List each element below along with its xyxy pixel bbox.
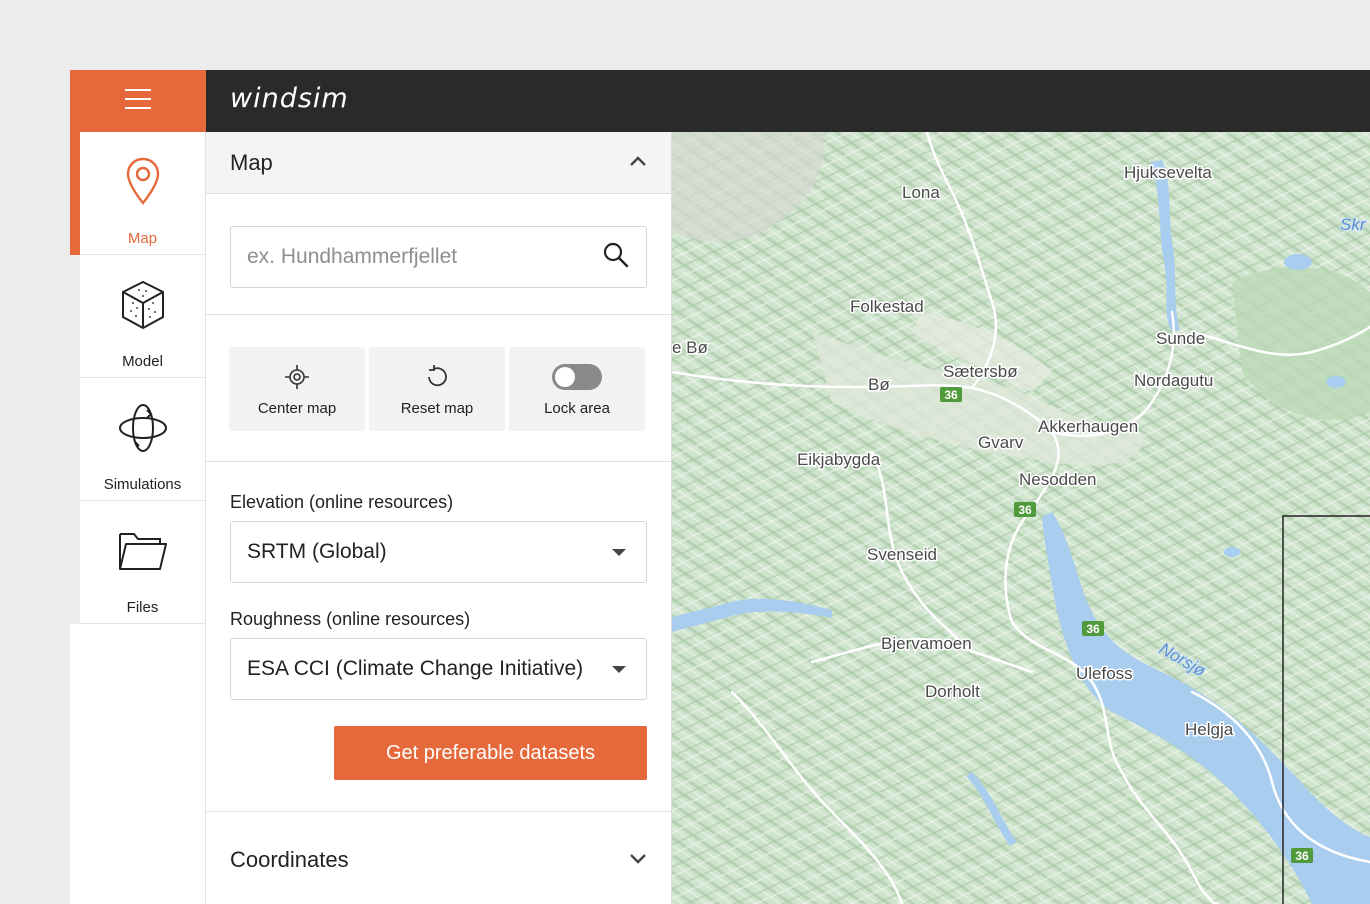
chevron-up-icon[interactable] — [629, 154, 647, 172]
place-label: Bø — [868, 375, 890, 394]
datasets-section: Elevation (online resources) SRTM (Globa… — [206, 462, 671, 812]
place-label: Ulefoss — [1076, 664, 1133, 683]
cube-icon — [119, 279, 167, 331]
terrain-map[interactable]: 36 36 36 36 Hjuksevelta Skr Lona Folkest… — [672, 132, 1370, 904]
pond — [1326, 376, 1346, 388]
place-label: Gvarv — [978, 433, 1024, 452]
place-label: Lona — [902, 183, 940, 202]
place-label: Akkerhaugen — [1038, 417, 1138, 436]
menu-button[interactable] — [70, 70, 206, 132]
route-shield: 36 — [940, 387, 962, 402]
roughness-select[interactable]: ESA CCI (Climate Change Initiative) — [230, 638, 647, 700]
svg-text:36: 36 — [1295, 849, 1309, 863]
tool-label: Reset map — [400, 400, 474, 417]
svg-text:36: 36 — [1086, 622, 1100, 636]
nav-item-model[interactable]: Model — [80, 255, 205, 378]
nav-item-map[interactable]: Map — [70, 132, 205, 255]
place-label: Nesodden — [1019, 470, 1097, 489]
folder-icon — [118, 525, 168, 577]
place-label: Skr — [1340, 215, 1367, 234]
place-label: Sætersbø — [943, 362, 1018, 381]
place-label: Svenseid — [867, 545, 937, 564]
orbit-icon — [117, 402, 169, 454]
coordinates-title: Coordinates — [230, 847, 349, 872]
dropdown-caret-icon — [612, 665, 626, 673]
nav-item-simulations[interactable]: Simulations — [80, 378, 205, 501]
route-shield: 36 — [1291, 848, 1313, 863]
elevation-select[interactable]: SRTM (Global) — [230, 521, 647, 583]
place-label: Sunde — [1156, 329, 1205, 348]
chevron-down-icon[interactable] — [629, 851, 647, 869]
dropdown-caret-icon — [612, 548, 626, 556]
tool-label: Lock area — [544, 400, 610, 417]
top-bar: windsim — [70, 70, 1370, 132]
get-datasets-button[interactable]: Get preferable datasets — [334, 726, 647, 780]
reset-map-button[interactable]: Reset map — [369, 347, 505, 431]
search-icon[interactable] — [602, 241, 630, 274]
roughness-label: Roughness (online resources) — [230, 609, 471, 629]
tool-label: Center map — [257, 400, 337, 417]
hamburger-icon — [125, 88, 151, 115]
place-label: Eikjabygda — [797, 450, 881, 469]
active-indicator — [70, 132, 80, 255]
toggle-switch[interactable] — [552, 364, 602, 390]
lock-area-toggle[interactable]: Lock area — [509, 347, 645, 431]
nav-rail: Map Model Simulations Files — [70, 132, 206, 904]
elevation-value: SRTM (Global) — [247, 540, 387, 563]
place-label: Helgja — [1185, 720, 1234, 739]
refresh-icon — [424, 364, 450, 390]
panel-title: Map — [230, 149, 273, 175]
map-tools: Center map Reset map Lock area — [206, 315, 671, 462]
coordinates-header[interactable]: Coordinates — [206, 812, 671, 904]
nav-item-label: Map — [127, 230, 158, 247]
nav-item-label: Simulations — [103, 476, 182, 493]
roughness-value: ESA CCI (Climate Change Initiative) — [247, 657, 584, 680]
place-label: Nordagutu — [1134, 371, 1213, 390]
place-label: Hjuksevelta — [1124, 163, 1212, 182]
center-map-button[interactable]: Center map — [229, 347, 365, 431]
route-shield: 36 — [1014, 502, 1036, 517]
search-box — [230, 226, 647, 288]
svg-text:36: 36 — [944, 388, 958, 402]
place-label: Dorholt — [925, 682, 980, 701]
map-panel: Map ex. Hundhammerfjellet Center map Res… — [206, 132, 672, 904]
place-label: Folkestad — [850, 297, 924, 316]
map-pin-icon — [125, 156, 161, 208]
svg-text:36: 36 — [1018, 503, 1032, 517]
nav-item-label: Model — [122, 353, 163, 370]
nav-item-files[interactable]: Files — [80, 501, 205, 624]
pond — [1284, 254, 1312, 270]
panel-header[interactable]: Map — [206, 132, 671, 194]
app-logo[interactable]: windsim — [230, 83, 349, 114]
route-shield: 36 — [1082, 621, 1104, 636]
elevation-label: Elevation (online resources) — [230, 492, 454, 512]
place-label: Bjervamoen — [881, 634, 972, 653]
nav-item-label: Files — [126, 599, 159, 616]
pond — [1224, 547, 1240, 557]
crosshair-icon — [284, 364, 310, 390]
app-window: windsim Map Model Simulations Files Map … — [70, 70, 1370, 904]
search-section — [206, 194, 671, 315]
search-input[interactable] — [247, 245, 602, 269]
place-label: e Bø — [672, 338, 708, 357]
